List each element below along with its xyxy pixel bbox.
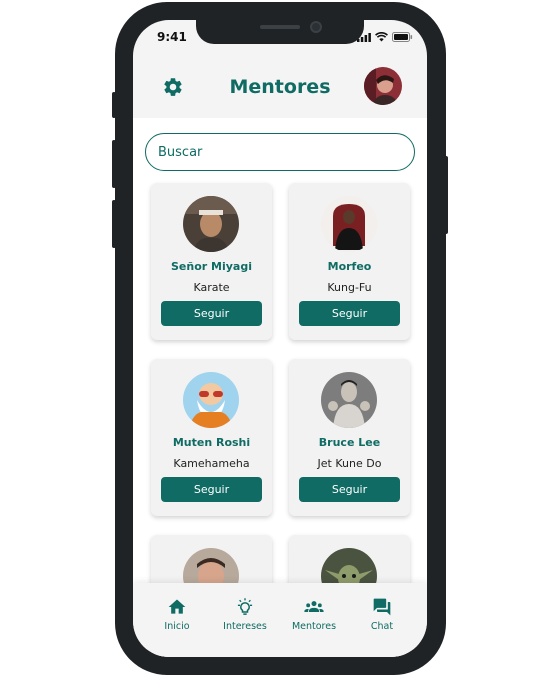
mentor-skill: Jet Kune Do — [317, 457, 382, 470]
user-avatar[interactable] — [364, 67, 402, 105]
mentor-name: Morfeo — [327, 260, 372, 273]
mentor-avatar — [321, 372, 377, 428]
nav-label: Intereses — [223, 621, 267, 632]
mentor-avatar — [321, 196, 377, 252]
mentor-skill: Kamehameha — [173, 457, 250, 470]
mentor-name: Muten Roshi — [172, 436, 251, 449]
mentor-avatar — [183, 372, 239, 428]
phone-mute-switch — [112, 92, 116, 118]
mentor-skill: Kung-Fu — [327, 281, 372, 294]
nav-item-inicio[interactable]: Inicio — [147, 597, 207, 632]
mentor-name: Señor Miyagi — [171, 260, 252, 273]
follow-button[interactable]: Seguir — [299, 301, 400, 326]
mentor-list: Señor Miyagi Karate Seguir Morfeo Kung-F… — [133, 118, 427, 657]
mentor-skill: Karate — [193, 281, 230, 294]
app-header: Mentores — [133, 60, 427, 118]
nav-item-chat[interactable]: Chat — [352, 597, 412, 632]
phone-power-button — [444, 156, 448, 234]
speaker-grille — [260, 25, 300, 29]
search-input[interactable] — [145, 133, 415, 171]
follow-button[interactable]: Seguir — [299, 477, 400, 502]
lightbulb-icon — [237, 598, 253, 615]
status-icons — [357, 32, 413, 42]
nav-label: Mentores — [291, 621, 337, 632]
home-icon — [168, 599, 186, 614]
follow-button[interactable]: Seguir — [161, 477, 262, 502]
phone-screen: 9:41 Mentores Buscar Señor Miyagi Karate… — [133, 20, 427, 657]
mentor-card[interactable]: Señor Miyagi Karate Seguir — [151, 183, 272, 340]
front-camera — [310, 21, 322, 33]
mentor-card[interactable]: Muten Roshi Kamehameha Seguir — [151, 359, 272, 516]
group-icon — [304, 601, 324, 612]
chat-icon — [373, 598, 391, 616]
mentor-name: Bruce Lee — [318, 436, 381, 449]
battery-icon — [392, 32, 413, 42]
bottom-navigation: Inicio Intereses Mentores Chat — [133, 583, 427, 657]
nav-label: Inicio — [164, 621, 190, 632]
mentor-card[interactable]: Morfeo Kung-Fu Seguir — [289, 183, 410, 340]
status-time: 9:41 — [157, 30, 187, 44]
nav-item-mentores[interactable]: Mentores — [284, 597, 344, 632]
mentor-card[interactable]: Bruce Lee Jet Kune Do Seguir — [289, 359, 410, 516]
mentor-avatar — [183, 196, 239, 252]
phone-volume-up — [112, 140, 116, 188]
follow-button[interactable]: Seguir — [161, 301, 262, 326]
nav-item-intereses[interactable]: Intereses — [215, 597, 275, 632]
phone-notch — [196, 20, 364, 44]
nav-label: Chat — [370, 621, 394, 632]
wifi-icon — [375, 32, 388, 42]
phone-volume-down — [112, 200, 116, 248]
